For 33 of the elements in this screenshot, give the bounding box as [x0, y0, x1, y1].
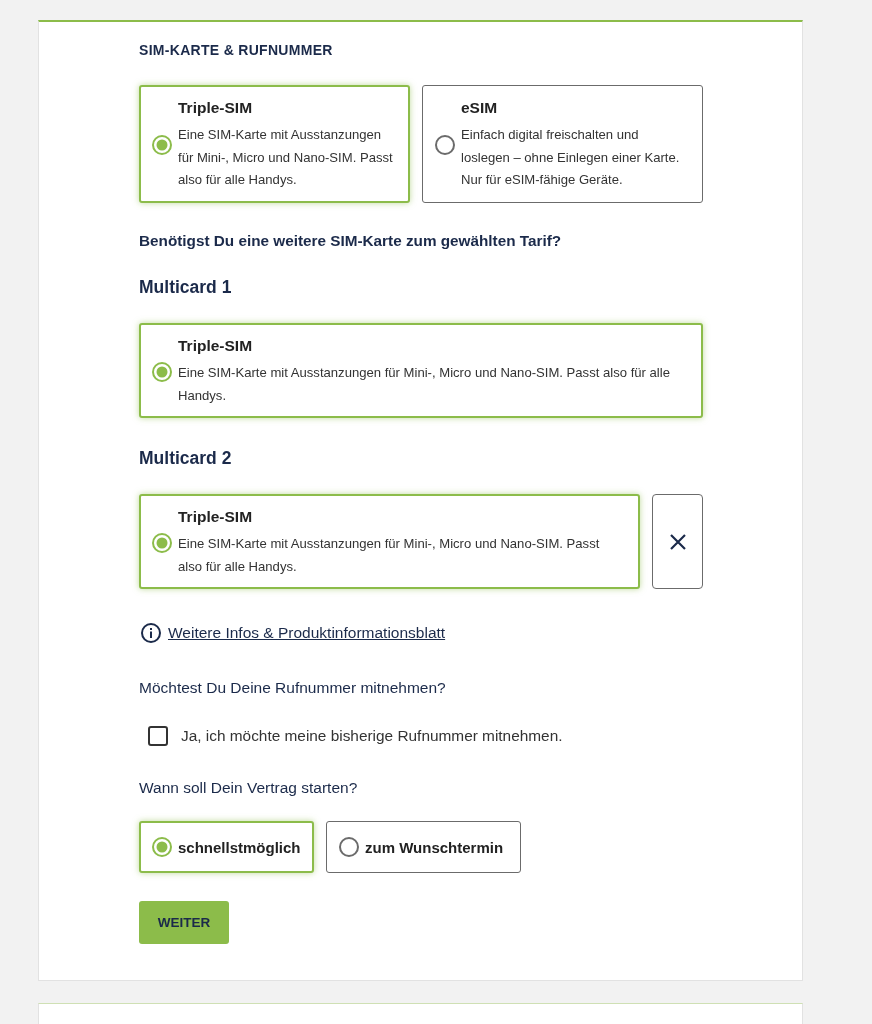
checkbox-label[interactable]: Ja, ich möchte meine bisherige Rufnummer mitnehmen.: [181, 726, 563, 746]
checkbox[interactable]: [148, 726, 168, 746]
multicard-heading: Multicard 1: [139, 276, 233, 298]
option-description: Eine SIM-Karte mit Ausstanzungen für Mini-, Micro und Nano-SIM. Passt also für alle Handys.: [178, 126, 394, 189]
option-description: Eine SIM-Karte mit Ausstanzungen für Mini-, Micro und Nano-SIM. Passt also für alle Handys.: [178, 364, 671, 405]
option-description: Einfach digital freischalten und loslegen – ohne Einlegen einer Karte. Nur für eSIM-fähige Geräte.: [461, 126, 681, 189]
sim-option-card[interactable]: eSIM Einfach digital freischalten und loslegen – ohne Einlegen einer Karte. Nur für eSIM-fähige Geräte.: [422, 85, 703, 203]
sim-option-card[interactable]: Triple-SIM Eine SIM-Karte mit Ausstanzungen für Mini-, Micro und Nano-SIM. Passt also für alle Handys.: [139, 494, 640, 589]
radio-button[interactable]: [339, 837, 359, 857]
radio-button[interactable]: [152, 532, 172, 553]
info-icon: [141, 623, 161, 643]
option-title: eSIM: [461, 98, 498, 118]
radio-button[interactable]: [152, 837, 172, 857]
remove-button[interactable]: [652, 494, 703, 589]
number-question: Möchtest Du Deine Rufnummer mitnehmen?: [139, 678, 447, 698]
option-description: Eine SIM-Karte mit Ausstanzungen für Mini-, Micro und Nano-SIM. Passt also für alle Handys.: [178, 535, 601, 576]
start-option[interactable]: zum Wunschtermin: [326, 821, 521, 873]
info-link[interactable]: Weitere Infos & Produktinformationsblatt: [168, 623, 446, 643]
option-title: Triple-SIM: [178, 336, 253, 356]
section-title: SIM-KARTE & RUFNUMMER: [139, 42, 334, 58]
sim-option-card[interactable]: Triple-SIM Eine SIM-Karte mit Ausstanzungen für Mini-, Micro und Nano-SIM. Passt also für alle Handys.: [139, 323, 703, 418]
radio-button[interactable]: [435, 135, 455, 155]
multicard-heading: Multicard 2: [139, 447, 233, 469]
radio-button[interactable]: [152, 361, 172, 382]
radio-button[interactable]: [152, 135, 172, 155]
sim-option-card[interactable]: Triple-SIM Eine SIM-Karte mit Ausstanzungen für Mini-, Micro und Nano-SIM. Passt also für alle Handys.: [139, 85, 410, 203]
continue-button[interactable]: WEITER: [139, 901, 229, 944]
option-title: Triple-SIM: [178, 507, 253, 527]
close-icon: [669, 533, 686, 550]
start-option[interactable]: schnellstmöglich: [139, 821, 314, 873]
multicard-question: Benötigst Du eine weitere SIM-Karte zum gewählten Tarif?: [139, 231, 563, 251]
option-title: Triple-SIM: [178, 98, 253, 118]
start-question: Wann soll Dein Vertrag starten?: [139, 778, 359, 798]
